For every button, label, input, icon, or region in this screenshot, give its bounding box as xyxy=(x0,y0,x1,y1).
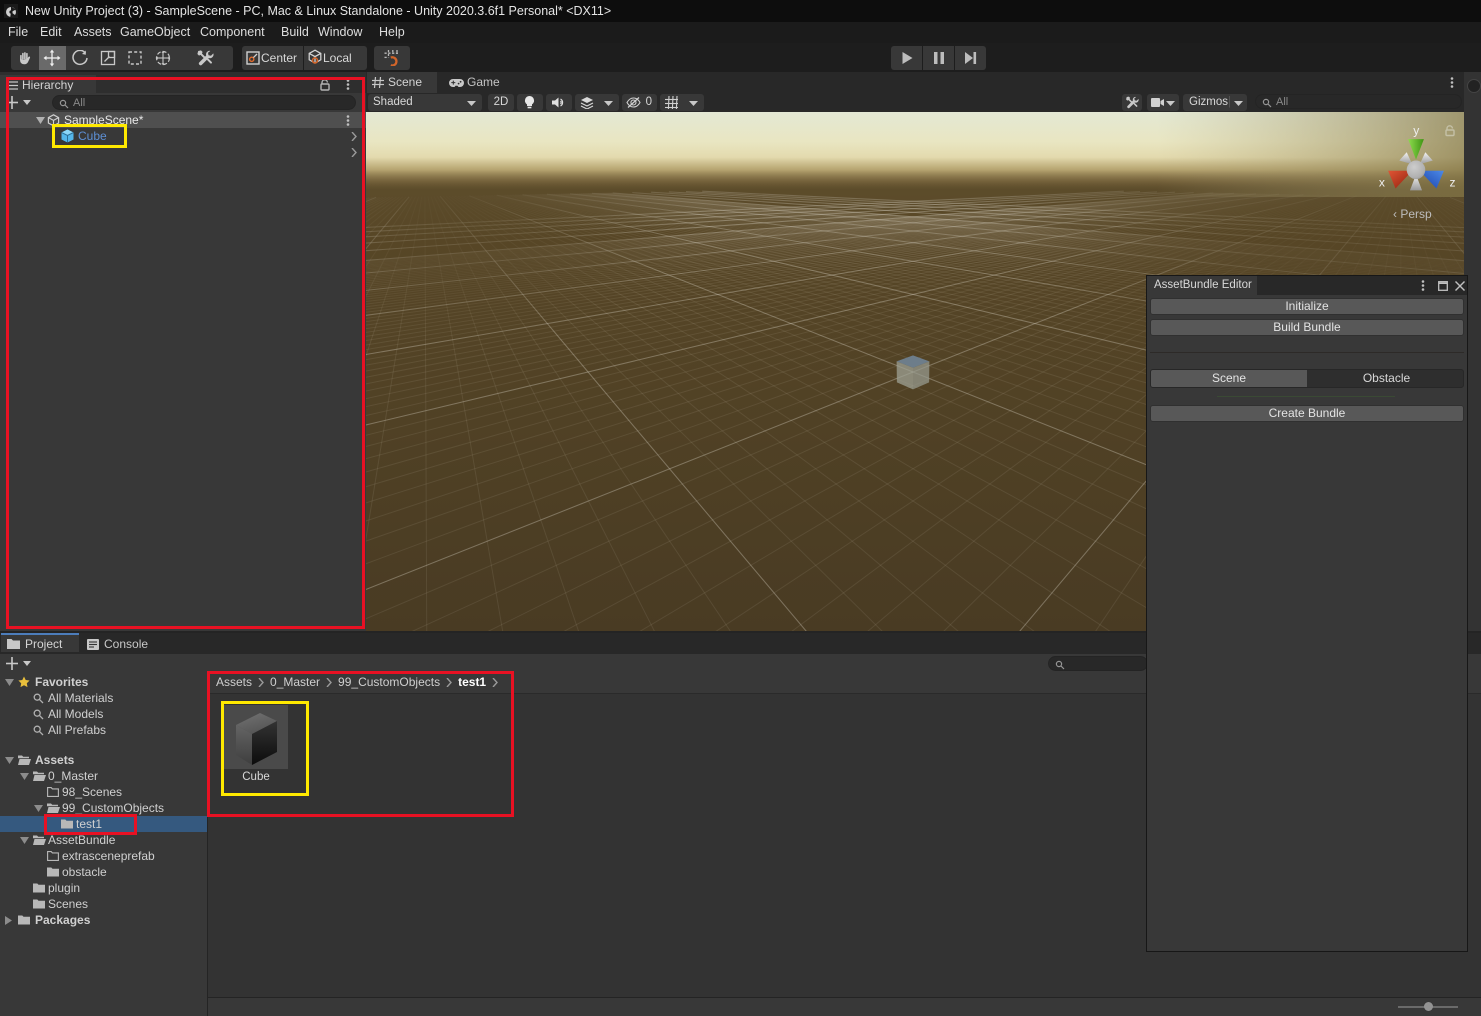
svg-text:z: z xyxy=(1449,176,1455,190)
svg-text:‹ Persp: ‹ Persp xyxy=(1393,207,1432,221)
svg-text:y: y xyxy=(1413,124,1420,138)
svg-text:x: x xyxy=(1379,176,1385,190)
